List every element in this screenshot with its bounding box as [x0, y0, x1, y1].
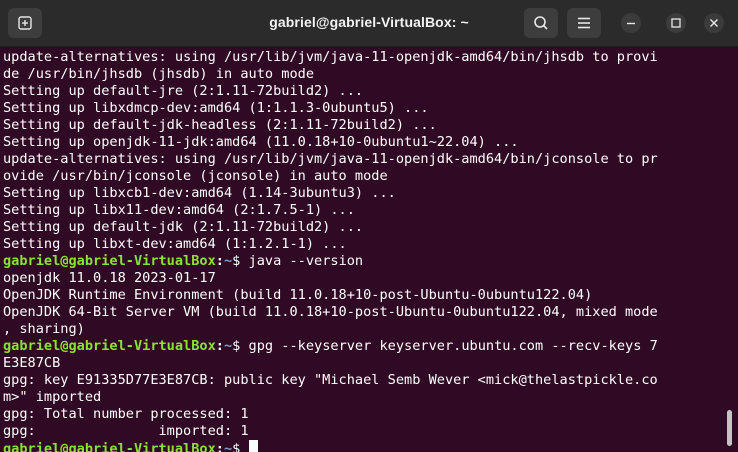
output-line: gpg: imported: 1 [3, 423, 249, 439]
close-button[interactable] [704, 13, 724, 33]
menu-button[interactable] [567, 8, 601, 38]
output-line: gpg: Total number processed: 1 [3, 406, 249, 422]
prompt-user-host: gabriel@gabriel-VirtualBox [3, 253, 216, 269]
titlebar: gabriel@gabriel-VirtualBox: ~ [0, 0, 738, 47]
output-line: update-alternatives: using /usr/lib/jvm/… [3, 151, 658, 167]
command-text: gpg --keyserver keyserver.ubuntu.com --r… [240, 338, 658, 354]
minimize-button[interactable] [621, 13, 641, 33]
text-cursor [248, 440, 258, 452]
command-text [240, 441, 248, 452]
prompt-user-host: gabriel@gabriel-VirtualBox [3, 338, 216, 354]
command-text: java --version [240, 253, 364, 269]
output-line: Setting up libx11-dev:amd64 (2:1.7.5-1) … [3, 202, 355, 218]
prompt-separator: : [215, 441, 224, 452]
maximize-icon [671, 18, 681, 28]
output-line: Setting up libxdmcp-dev:amd64 (1:1.1.3-0… [3, 100, 429, 116]
close-icon [710, 19, 718, 27]
output-line: , sharing) [3, 321, 85, 337]
output-line: E3E87CB [3, 355, 61, 371]
prompt-separator: : [215, 338, 224, 354]
prompt-path: ~ [223, 441, 233, 452]
output-line: Setting up openjdk-11-jdk:amd64 (11.0.18… [3, 134, 519, 150]
output-line: ovide /usr/bin/jconsole (jconsole) in au… [3, 168, 388, 184]
output-line: openjdk 11.0.18 2023-01-17 [3, 270, 216, 286]
prompt-user-host: gabriel@gabriel-VirtualBox [3, 441, 216, 452]
search-button[interactable] [524, 8, 558, 38]
output-line: update-alternatives: using /usr/lib/jvm/… [3, 49, 658, 65]
prompt-path: ~ [223, 253, 233, 269]
output-line: OpenJDK Runtime Environment (build 11.0.… [3, 287, 593, 303]
prompt-line: gabriel@gabriel-VirtualBox:~$ [3, 440, 258, 452]
output-line: Setting up default-jre (2:1.11-72build2)… [3, 83, 364, 99]
output-line: Setting up libxcb1-dev:amd64 (1.14-3ubun… [3, 185, 396, 201]
output-line: de /usr/bin/jhsdb (jhsdb) in auto mode [3, 66, 314, 82]
prompt-path: ~ [223, 338, 233, 354]
output-line: Setting up default-jdk-headless (2:1.11-… [3, 117, 437, 133]
search-icon [534, 16, 548, 30]
scrollbar-thumb[interactable] [727, 410, 732, 446]
output-line: Setting up default-jdk (2:1.11-72build2)… [3, 219, 364, 235]
minimize-icon [627, 22, 635, 25]
output-line: gpg: key E91335D77E3E87CB: public key "M… [3, 372, 658, 388]
output-line: m>" imported [3, 389, 102, 405]
hamburger-menu-icon [578, 17, 590, 29]
output-line: OpenJDK 64-Bit Server VM (build 11.0.18+… [3, 304, 658, 320]
terminal-output[interactable]: update-alternatives: using /usr/lib/jvm/… [0, 47, 722, 452]
prompt-line: gabriel@gabriel-VirtualBox:~$ gpg --keys… [3, 338, 658, 355]
terminal-window: gabriel@gabriel-VirtualBox: ~ update-alt… [0, 0, 738, 452]
prompt-line: gabriel@gabriel-VirtualBox:~$ java --ver… [3, 253, 363, 270]
output-line: Setting up libxt-dev:amd64 (1:1.2.1-1) .… [3, 236, 347, 252]
prompt-separator: : [215, 253, 224, 269]
maximize-button[interactable] [666, 13, 686, 33]
